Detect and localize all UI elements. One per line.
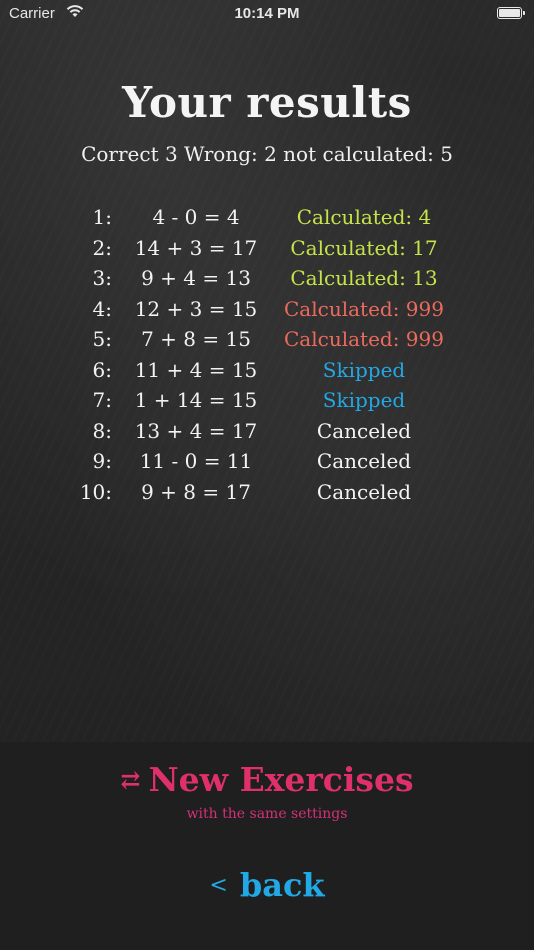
result-index: 5: bbox=[92, 327, 112, 351]
result-row: 8: 13 + 4 = 17 Canceled bbox=[0, 419, 534, 450]
result-index: 2: bbox=[92, 235, 112, 260]
result-row: 5: 7 + 8 = 15 Calculated: 999 bbox=[0, 327, 534, 358]
result-status: Calculated: 999 bbox=[284, 296, 444, 321]
result-status: Canceled bbox=[316, 418, 412, 443]
result-index: 4: bbox=[92, 296, 112, 321]
page-title: Your results bbox=[122, 78, 412, 127]
results-summary: Correct 3 Wrong: 2 not calculated: 5 bbox=[81, 142, 453, 166]
result-row: 4: 12 + 3 = 15 Calculated: 999 bbox=[0, 297, 534, 328]
result-status: Canceled bbox=[316, 479, 412, 504]
result-status: Canceled bbox=[316, 449, 412, 473]
battery-icon bbox=[497, 7, 525, 19]
result-row: 3: 9 + 4 = 13 Calculated: 13 bbox=[0, 266, 534, 297]
result-expression: 4 - 0 = 4 bbox=[152, 205, 240, 229]
result-status: Skipped bbox=[322, 388, 406, 412]
results-list: 1: 4 - 0 = 4 Calculated: 4 2: 14 + 3 = 17 Cal… bbox=[0, 205, 534, 510]
new-exercises-label: New Exercises bbox=[148, 760, 414, 799]
result-status: Calculated: 17 bbox=[290, 235, 438, 260]
result-expression: 9 + 4 = 13 bbox=[141, 266, 251, 290]
result-row: 6: 11 + 4 = 15 Skipped bbox=[0, 358, 534, 389]
repeat-icon: ⇄ bbox=[120, 765, 141, 794]
result-status: Calculated: 13 bbox=[290, 266, 438, 290]
result-expression: 9 + 8 = 17 bbox=[141, 479, 251, 504]
new-exercises-subtitle[interactable]: with the same settings bbox=[0, 806, 534, 822]
result-expression: 7 + 8 = 15 bbox=[141, 327, 251, 351]
result-expression: 14 + 3 = 17 bbox=[134, 235, 258, 260]
result-index: 8: bbox=[92, 418, 112, 443]
result-index: 1: bbox=[92, 205, 112, 229]
result-status: Calculated: 999 bbox=[284, 327, 444, 351]
result-status: Calculated: 4 bbox=[296, 205, 432, 229]
clock: 10:14 PM bbox=[234, 5, 300, 22]
result-index: 7: bbox=[92, 388, 112, 412]
result-row: 1: 4 - 0 = 4 Calculated: 4 bbox=[0, 205, 534, 236]
back-label: back bbox=[239, 866, 325, 904]
result-expression: 11 + 4 = 15 bbox=[134, 357, 258, 382]
result-index: 6: bbox=[92, 357, 112, 382]
chevron-left-icon: < bbox=[209, 873, 228, 898]
back-button[interactable]: < back bbox=[0, 866, 534, 904]
result-expression: 13 + 4 = 17 bbox=[134, 418, 258, 443]
result-index: 9: bbox=[92, 449, 112, 473]
result-index: 10: bbox=[79, 479, 112, 504]
result-status: Skipped bbox=[322, 357, 406, 382]
result-row: 10: 9 + 8 = 17 Canceled bbox=[0, 480, 534, 511]
result-expression: 1 + 14 = 15 bbox=[134, 388, 258, 412]
result-row: 7: 1 + 14 = 15 Skipped bbox=[0, 388, 534, 419]
status-bar: Carrier 10:14 PM bbox=[0, 0, 534, 28]
result-row: 2: 14 + 3 = 17 Calculated: 17 bbox=[0, 236, 534, 267]
new-exercises-button[interactable]: ⇄ New Exercises bbox=[0, 760, 534, 799]
result-row: 9: 11 - 0 = 11 Canceled bbox=[0, 449, 534, 480]
result-index: 3: bbox=[92, 266, 112, 290]
result-expression: 12 + 3 = 15 bbox=[134, 296, 258, 321]
result-expression: 11 - 0 = 11 bbox=[139, 449, 253, 473]
